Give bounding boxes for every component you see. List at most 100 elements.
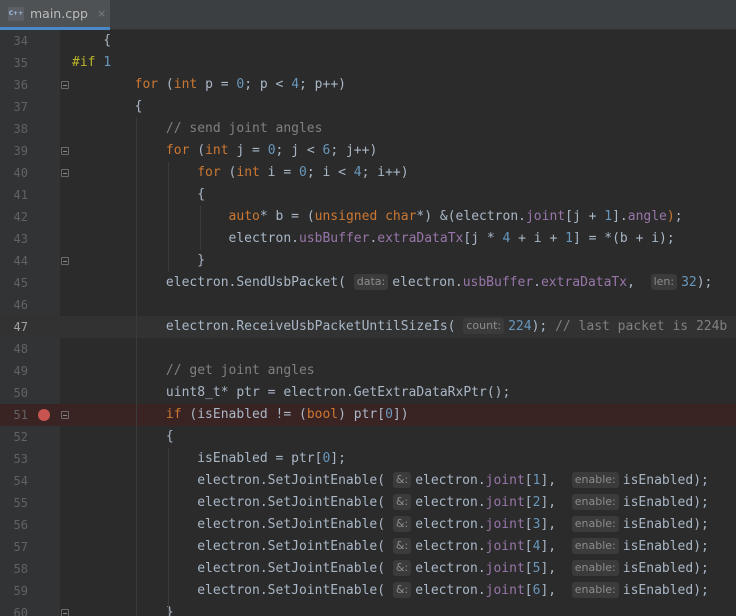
code-line[interactable]: 36 for (int p = 0; p < 4; p++) [0,74,736,96]
fold-toggle-icon[interactable] [61,169,69,177]
fold-toggle-icon[interactable] [61,257,69,265]
line-number[interactable]: 60 [0,602,28,616]
code-token: electron. [415,539,486,554]
code-line[interactable]: 57 electron.SetJointEnable( &: electron.j… [0,536,736,558]
line-number[interactable]: 59 [0,580,28,602]
tab-main-cpp[interactable]: C++ main.cpp × [0,0,110,30]
line-number[interactable]: 34 [0,30,28,52]
code-line[interactable]: 58 electron.SetJointEnable( &: electron.j… [0,558,736,580]
code-line[interactable]: 34 { [0,30,736,52]
code-text[interactable]: for (int j = 0; j < 6; j++) [72,140,377,162]
code-line[interactable]: 38 // send joint angles [0,118,736,140]
parameter-hint: &: [392,560,412,576]
parameter-hint: enable: [571,538,619,554]
code-text[interactable]: } [72,602,174,616]
code-token: ; i++) [361,165,409,180]
code-token: extraDataTx [377,231,464,246]
code-text[interactable]: #if 1 [72,52,111,74]
line-number[interactable]: 55 [0,492,28,514]
line-number[interactable]: 50 [0,382,28,404]
tab-title: main.cpp [30,6,88,21]
code-line[interactable]: 47 electron.ReceiveUsbPacketUntilSizeIs(… [0,316,736,338]
code-token: * b = ( [259,209,315,224]
code-line[interactable]: 52 { [0,426,736,448]
code-text[interactable]: isEnabled = ptr[0]; [72,448,346,470]
code-text[interactable]: { [72,96,143,118]
line-number[interactable]: 52 [0,426,28,448]
code-line[interactable]: 54 electron.SetJointEnable( &: electron.j… [0,470,736,492]
code-editor[interactable]: 34 {35 #if 1 36 for (int p = 0; p < 4; p++… [0,30,736,616]
code-line[interactable]: 46 [0,294,736,316]
line-number[interactable]: 56 [0,514,28,536]
line-number[interactable]: 57 [0,536,28,558]
code-token: electron.SetJointEnable( [72,539,393,554]
code-line[interactable]: 51 if (isEnabled != (bool) ptr[0]) [0,404,736,426]
code-token: ], [540,539,572,554]
line-number[interactable]: 44 [0,250,28,272]
parameter-hint: data: [353,274,389,290]
code-text[interactable]: for (int i = 0; i < 4; i++) [72,162,409,184]
code-text[interactable]: } [72,250,205,272]
fold-toggle-icon[interactable] [61,411,69,419]
code-token: p = [197,77,237,92]
line-number[interactable]: 43 [0,228,28,250]
fold-toggle-icon[interactable] [61,609,69,616]
code-line[interactable]: 43 electron.usbBuffer.extraDataTx[j * 4 … [0,228,736,250]
code-text[interactable]: electron.SendUsbPacket( data: electron.us… [72,272,712,294]
code-text[interactable]: for (int p = 0; p < 4; p++) [72,74,346,96]
line-number[interactable]: 35 [0,52,28,74]
fold-toggle-icon[interactable] [61,81,69,89]
code-token: isEnabled); [622,561,709,576]
close-icon[interactable]: × [97,7,106,20]
code-line[interactable]: 50 uint8_t* ptr = electron.GetExtraDataR… [0,382,736,404]
fold-toggle-icon[interactable] [61,147,69,155]
code-text[interactable]: electron.ReceiveUsbPacketUntilSizeIs( co… [72,316,727,338]
line-number[interactable]: 54 [0,470,28,492]
code-line[interactable]: 59 electron.SetJointEnable( &: electron.j… [0,580,736,602]
line-number[interactable]: 39 [0,140,28,162]
code-text[interactable]: if (isEnabled != (bool) ptr[0]) [72,404,409,426]
code-line[interactable]: 49 // get joint angles [0,360,736,382]
code-line[interactable]: 45 electron.SendUsbPacket( data: electron… [0,272,736,294]
line-number[interactable]: 49 [0,360,28,382]
line-number[interactable]: 58 [0,558,28,580]
code-line[interactable]: 44 } [0,250,736,272]
code-text[interactable]: { [72,426,174,448]
code-text[interactable]: { [72,184,205,206]
code-text[interactable]: uint8_t* ptr = electron.GetExtraDataRxPt… [72,382,510,404]
line-number[interactable]: 53 [0,448,28,470]
line-number[interactable]: 48 [0,338,28,360]
code-text[interactable]: electron.usbBuffer.extraDataTx[j * 4 + i… [72,228,675,250]
line-number[interactable]: 45 [0,272,28,294]
code-line[interactable]: 48 [0,338,736,360]
code-line[interactable]: 55 electron.SetJointEnable( &: electron.j… [0,492,736,514]
line-number[interactable]: 36 [0,74,28,96]
code-token: ( [158,77,174,92]
code-line[interactable]: 60 } [0,602,736,616]
code-line[interactable]: 56 electron.SetJointEnable( &: electron.j… [0,514,736,536]
code-text[interactable]: // get joint angles [72,360,315,382]
code-text[interactable]: // send joint angles [72,118,323,140]
code-line[interactable]: 42 auto* b = (unsigned char*) &(electron… [0,206,736,228]
line-number[interactable]: 37 [0,96,28,118]
code-token: ]. [612,209,628,224]
line-number[interactable]: 47 [0,316,28,338]
line-number[interactable]: 40 [0,162,28,184]
code-line[interactable]: 53 isEnabled = ptr[0]; [0,448,736,470]
code-token: 0 [267,143,276,158]
line-number[interactable]: 46 [0,294,28,316]
code-line[interactable]: 40 for (int i = 0; i < 4; i++) [0,162,736,184]
code-line[interactable]: 35 #if 1 [0,52,736,74]
line-number[interactable]: 42 [0,206,28,228]
code-text[interactable]: auto* b = (unsigned char*) &(electron.jo… [72,206,683,228]
line-number[interactable]: 41 [0,184,28,206]
breakpoint-icon[interactable] [38,409,50,421]
editor-tab-bar: C++ main.cpp × [0,0,736,30]
line-number[interactable]: 38 [0,118,28,140]
code-line[interactable]: 41 { [0,184,736,206]
line-number[interactable]: 51 [0,404,28,426]
code-line[interactable]: 37 { [0,96,736,118]
code-text[interactable]: { [72,30,111,52]
code-line[interactable]: 39 for (int j = 0; j < 6; j++) [0,140,736,162]
